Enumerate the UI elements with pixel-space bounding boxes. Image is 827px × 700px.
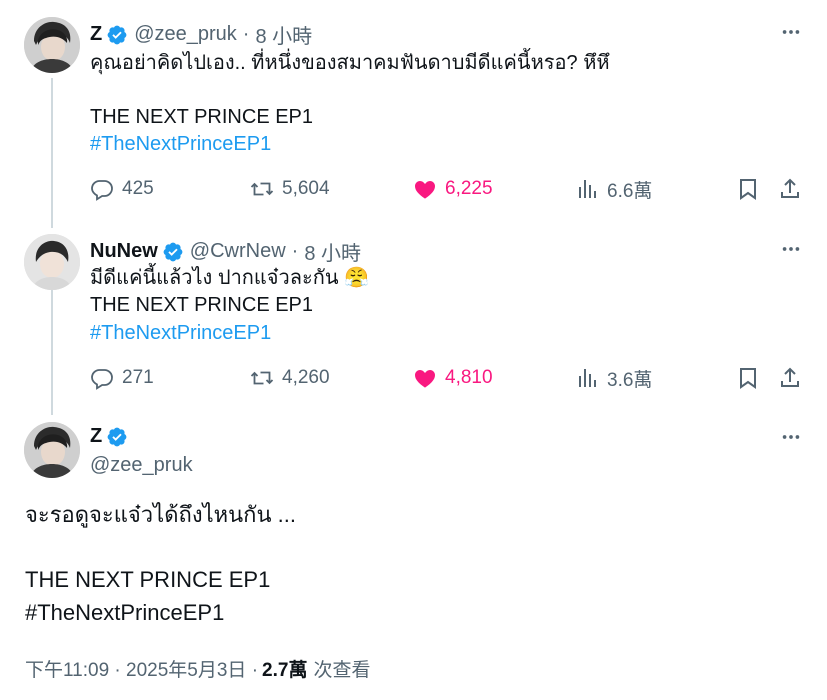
verified-badge-icon xyxy=(106,24,128,46)
share-upload-icon xyxy=(781,178,799,198)
repost-count: 4,260 xyxy=(282,367,330,388)
tweet-time[interactable]: 8 小時 xyxy=(255,20,312,49)
views-count: 3.6萬 xyxy=(607,369,653,391)
more-dots-icon xyxy=(782,435,800,439)
display-name[interactable]: Z xyxy=(90,425,102,448)
thread-connector-line xyxy=(51,78,53,228)
views-count: 2.7萬 xyxy=(262,660,308,681)
like-button[interactable]: 6,225 xyxy=(413,174,493,204)
main-tweet-header: Z xyxy=(90,425,128,448)
share-button[interactable] xyxy=(778,174,802,204)
hashtag-link[interactable]: #TheNextPrinceEP1 xyxy=(90,131,271,158)
tweet-text: คุณอย่าคิดไปเอง.. ที่หนึ่งของสมาคมฟันดาบ… xyxy=(90,52,610,74)
bookmark-button[interactable] xyxy=(736,174,760,204)
tweet-header: Z @zee_pruk · 8 小時 xyxy=(90,20,312,49)
show-title: THE NEXT PRINCE EP1 xyxy=(25,567,271,592)
more-dots-icon xyxy=(782,247,800,251)
avatar[interactable] xyxy=(24,17,80,73)
more-options-button[interactable] xyxy=(779,425,803,449)
tweet-text: มีดีแค่นี้แล้วไง ปากแจ๋วละกัน 😤 xyxy=(90,267,369,289)
timestamp[interactable]: 下午11:09 · 2025年5月3日 · xyxy=(25,655,258,682)
separator-dot: · xyxy=(291,240,299,262)
main-tweet-text: จะรอดูจะแจ๋วได้ถึงไหนกัน ... xyxy=(25,502,296,527)
reply-count: 425 xyxy=(122,178,154,199)
bookmark-icon xyxy=(740,179,756,200)
reply-count: 271 xyxy=(122,367,154,388)
reply-button[interactable]: 271 xyxy=(90,363,154,393)
action-bar: 271 4,260 4,810 3.6萬 xyxy=(90,363,802,393)
show-title: THE NEXT PRINCE EP1 xyxy=(90,106,314,128)
tweet-header: NuNew @CwrNew · 8 小時 xyxy=(90,237,361,266)
avatar-photo-icon xyxy=(24,17,80,73)
reply-bubble-icon xyxy=(91,180,113,201)
like-button[interactable]: 4,810 xyxy=(413,363,493,393)
hashtag-link[interactable]: #TheNextPrinceEP1 xyxy=(25,598,224,628)
bar-chart-icon xyxy=(579,180,596,198)
share-upload-icon xyxy=(781,367,799,387)
tweet-thread: Z @zee_pruk · 8 小時 คุณอย่าคิดไปเอง.. ที่… xyxy=(0,0,827,700)
verified-badge-icon xyxy=(106,426,128,448)
heart-filled-icon xyxy=(415,370,435,388)
like-count: 4,810 xyxy=(445,367,493,388)
thread-connector-line xyxy=(51,290,53,415)
repost-count: 5,604 xyxy=(282,178,330,199)
more-options-button[interactable] xyxy=(779,237,803,261)
verified-badge-icon xyxy=(162,241,184,263)
show-title: THE NEXT PRINCE EP1 xyxy=(90,294,314,316)
display-name[interactable]: Z xyxy=(90,23,102,46)
views-count: 6.6萬 xyxy=(607,180,653,202)
views-button[interactable]: 6.6萬 xyxy=(575,174,652,204)
views-label: 次查看 xyxy=(313,660,371,681)
bookmark-icon xyxy=(740,368,756,389)
avatar[interactable] xyxy=(24,234,80,290)
reply-bubble-icon xyxy=(91,369,113,390)
hashtag-link[interactable]: #TheNextPrinceEP1 xyxy=(90,320,271,347)
share-button[interactable] xyxy=(778,363,802,393)
heart-filled-icon xyxy=(415,181,435,199)
more-options-button[interactable] xyxy=(779,20,803,44)
display-name[interactable]: NuNew xyxy=(90,240,158,263)
reply-button[interactable]: 425 xyxy=(90,174,154,204)
avatar-photo-icon xyxy=(24,422,80,478)
bar-chart-icon xyxy=(579,369,596,387)
user-handle[interactable]: @CwrNew xyxy=(190,240,286,263)
avatar-photo-icon xyxy=(24,234,80,290)
repost-button[interactable]: 5,604 xyxy=(250,174,330,204)
action-bar: 425 5,604 6,225 6.6萬 xyxy=(90,174,802,204)
repost-arrows-icon xyxy=(250,182,274,196)
user-handle[interactable]: @zee_pruk xyxy=(134,23,237,46)
bookmark-button[interactable] xyxy=(736,363,760,393)
like-count: 6,225 xyxy=(445,178,493,199)
more-dots-icon xyxy=(782,30,800,34)
repost-button[interactable]: 4,260 xyxy=(250,363,330,393)
avatar[interactable] xyxy=(24,422,80,478)
tweet-meta: 下午11:09 · 2025年5月3日 · 2.7萬 次查看 xyxy=(25,655,370,682)
tweet-time[interactable]: 8 小時 xyxy=(304,237,361,266)
repost-arrows-icon xyxy=(250,371,274,385)
views-button[interactable]: 3.6萬 xyxy=(575,363,652,393)
user-handle[interactable]: @zee_pruk xyxy=(90,452,193,479)
separator-dot: · xyxy=(242,23,250,45)
